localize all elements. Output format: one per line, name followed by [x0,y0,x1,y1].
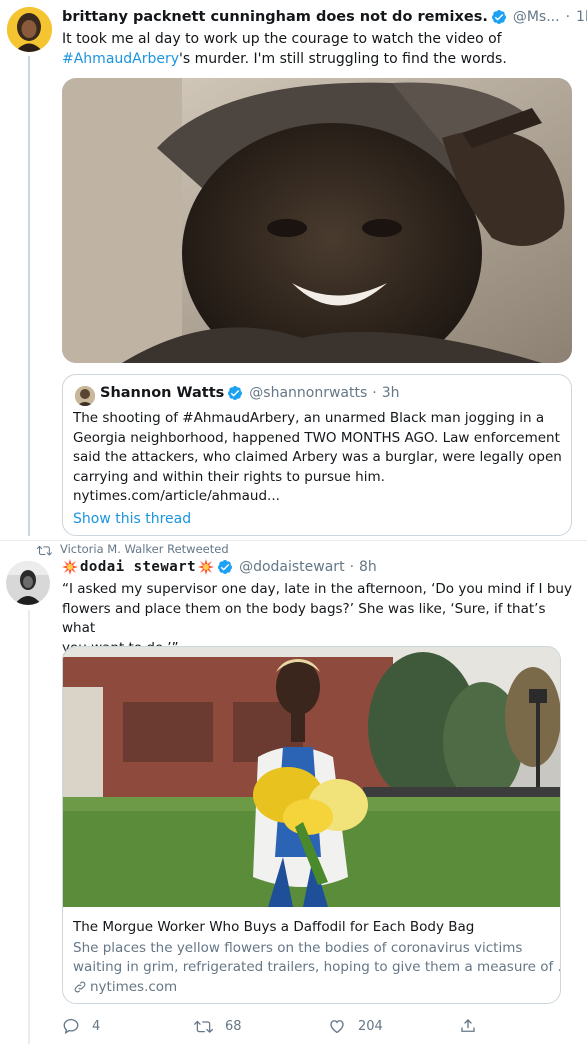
retweet-icon [36,542,52,556]
quoted-tweet-header: Shannon Watts @shannonrwatts · 3h [100,385,400,401]
quoted-text-line: said the attackers, who claimed Arbery w… [73,449,562,465]
hashtag-link[interactable]: #AhmaudArbery [62,51,179,67]
tweet-text-line: “I asked my supervisor one day, late in … [62,581,572,597]
tweet-text: It took me al day to work up the courage… [62,30,572,69]
thread-line-2 [28,610,30,1044]
link-preview-domain: nytimes.com [90,979,178,995]
quoted-timestamp: 3h [381,385,400,401]
link-preview-title: The Morgue Worker Who Buys a Daffodil fo… [73,919,475,935]
avatar-dodai[interactable] [6,561,50,605]
explosion-emoji-icon [198,559,215,575]
share-icon [459,1017,477,1035]
retweeted-by-label[interactable]: Victoria M. Walker Retweeted [60,542,229,556]
reply-icon [62,1017,80,1035]
link-preview-image [63,647,560,907]
timestamp[interactable]: 8h [359,559,377,575]
explosion-emoji-icon [62,559,78,575]
quoted-tweet-card[interactable]: Shannon Watts @shannonrwatts · 3h The sh… [62,374,572,536]
avatar-brittany[interactable] [7,7,52,52]
display-name[interactable]: brittany packnett cunningham does not do… [62,9,488,25]
link-preview-desc-line: waiting in grim, refrigerated trailers, … [73,959,561,975]
tweet-photo[interactable] [62,78,572,363]
quoted-tweet-text: The shooting of #AhmaudArbery, an unarme… [73,409,569,507]
reply-button[interactable]: 4 [62,1017,100,1035]
like-count: 204 [358,1018,383,1034]
thread-line [28,56,30,536]
display-name[interactable]: dodai stewart [80,559,196,575]
link-icon [73,980,87,994]
link-preview-desc-line: She places the yellow flowers on the bod… [73,940,523,956]
quoted-text-line: nytimes.com/article/ahmaud... [73,488,280,504]
tweet-divider [0,540,587,541]
retweet-count: 68 [225,1018,242,1034]
retweet-context: Victoria M. Walker Retweeted [36,542,229,556]
separator-dot: · [565,9,571,25]
tweet-header: dodai stewart @dodaistewart · 8h [62,559,377,575]
handle[interactable]: @dodaistewart [239,559,344,575]
tweet-text-line: flowers and place them on the body bags?… [62,600,546,637]
share-button[interactable] [459,1017,477,1035]
separator-dot: · [372,385,377,401]
heart-icon [328,1017,346,1035]
link-preview-card[interactable]: The Morgue Worker Who Buys a Daffodil fo… [62,646,561,1004]
timestamp[interactable]: 1h [576,9,587,25]
quoted-handle: @shannonrwatts [249,385,368,401]
link-preview-description: She places the yellow flowers on the bod… [73,939,561,977]
reply-count: 4 [92,1018,101,1034]
separator-dot: · [349,559,355,575]
verified-badge-icon [227,385,243,401]
quoted-display-name: Shannon Watts [100,385,225,401]
tweet-header: brittany packnett cunningham does not do… [62,9,587,25]
like-button[interactable]: 204 [328,1017,383,1035]
verified-badge-icon [491,9,507,25]
avatar-shannon [75,386,95,406]
show-thread-link[interactable]: Show this thread [73,511,191,527]
link-preview-domain-row: nytimes.com [73,979,177,995]
portrait-image [62,78,572,363]
quoted-text-line: Georgia neighborhood, happened TWO MONTH… [73,429,560,446]
tweet-text-line2: 's murder. I'm still struggling to find … [179,50,507,67]
tweet-text-line1: It took me al day to work up the courage… [62,31,502,47]
retweet-button[interactable]: 68 [193,1017,242,1035]
quoted-text-line: The shooting of #AhmaudArbery, an unarme… [73,410,545,426]
retweet-icon [193,1017,213,1035]
handle[interactable]: @Ms... [513,9,560,25]
quoted-text-line: carrying and within their rights to purs… [73,468,385,485]
verified-badge-icon [217,559,233,575]
